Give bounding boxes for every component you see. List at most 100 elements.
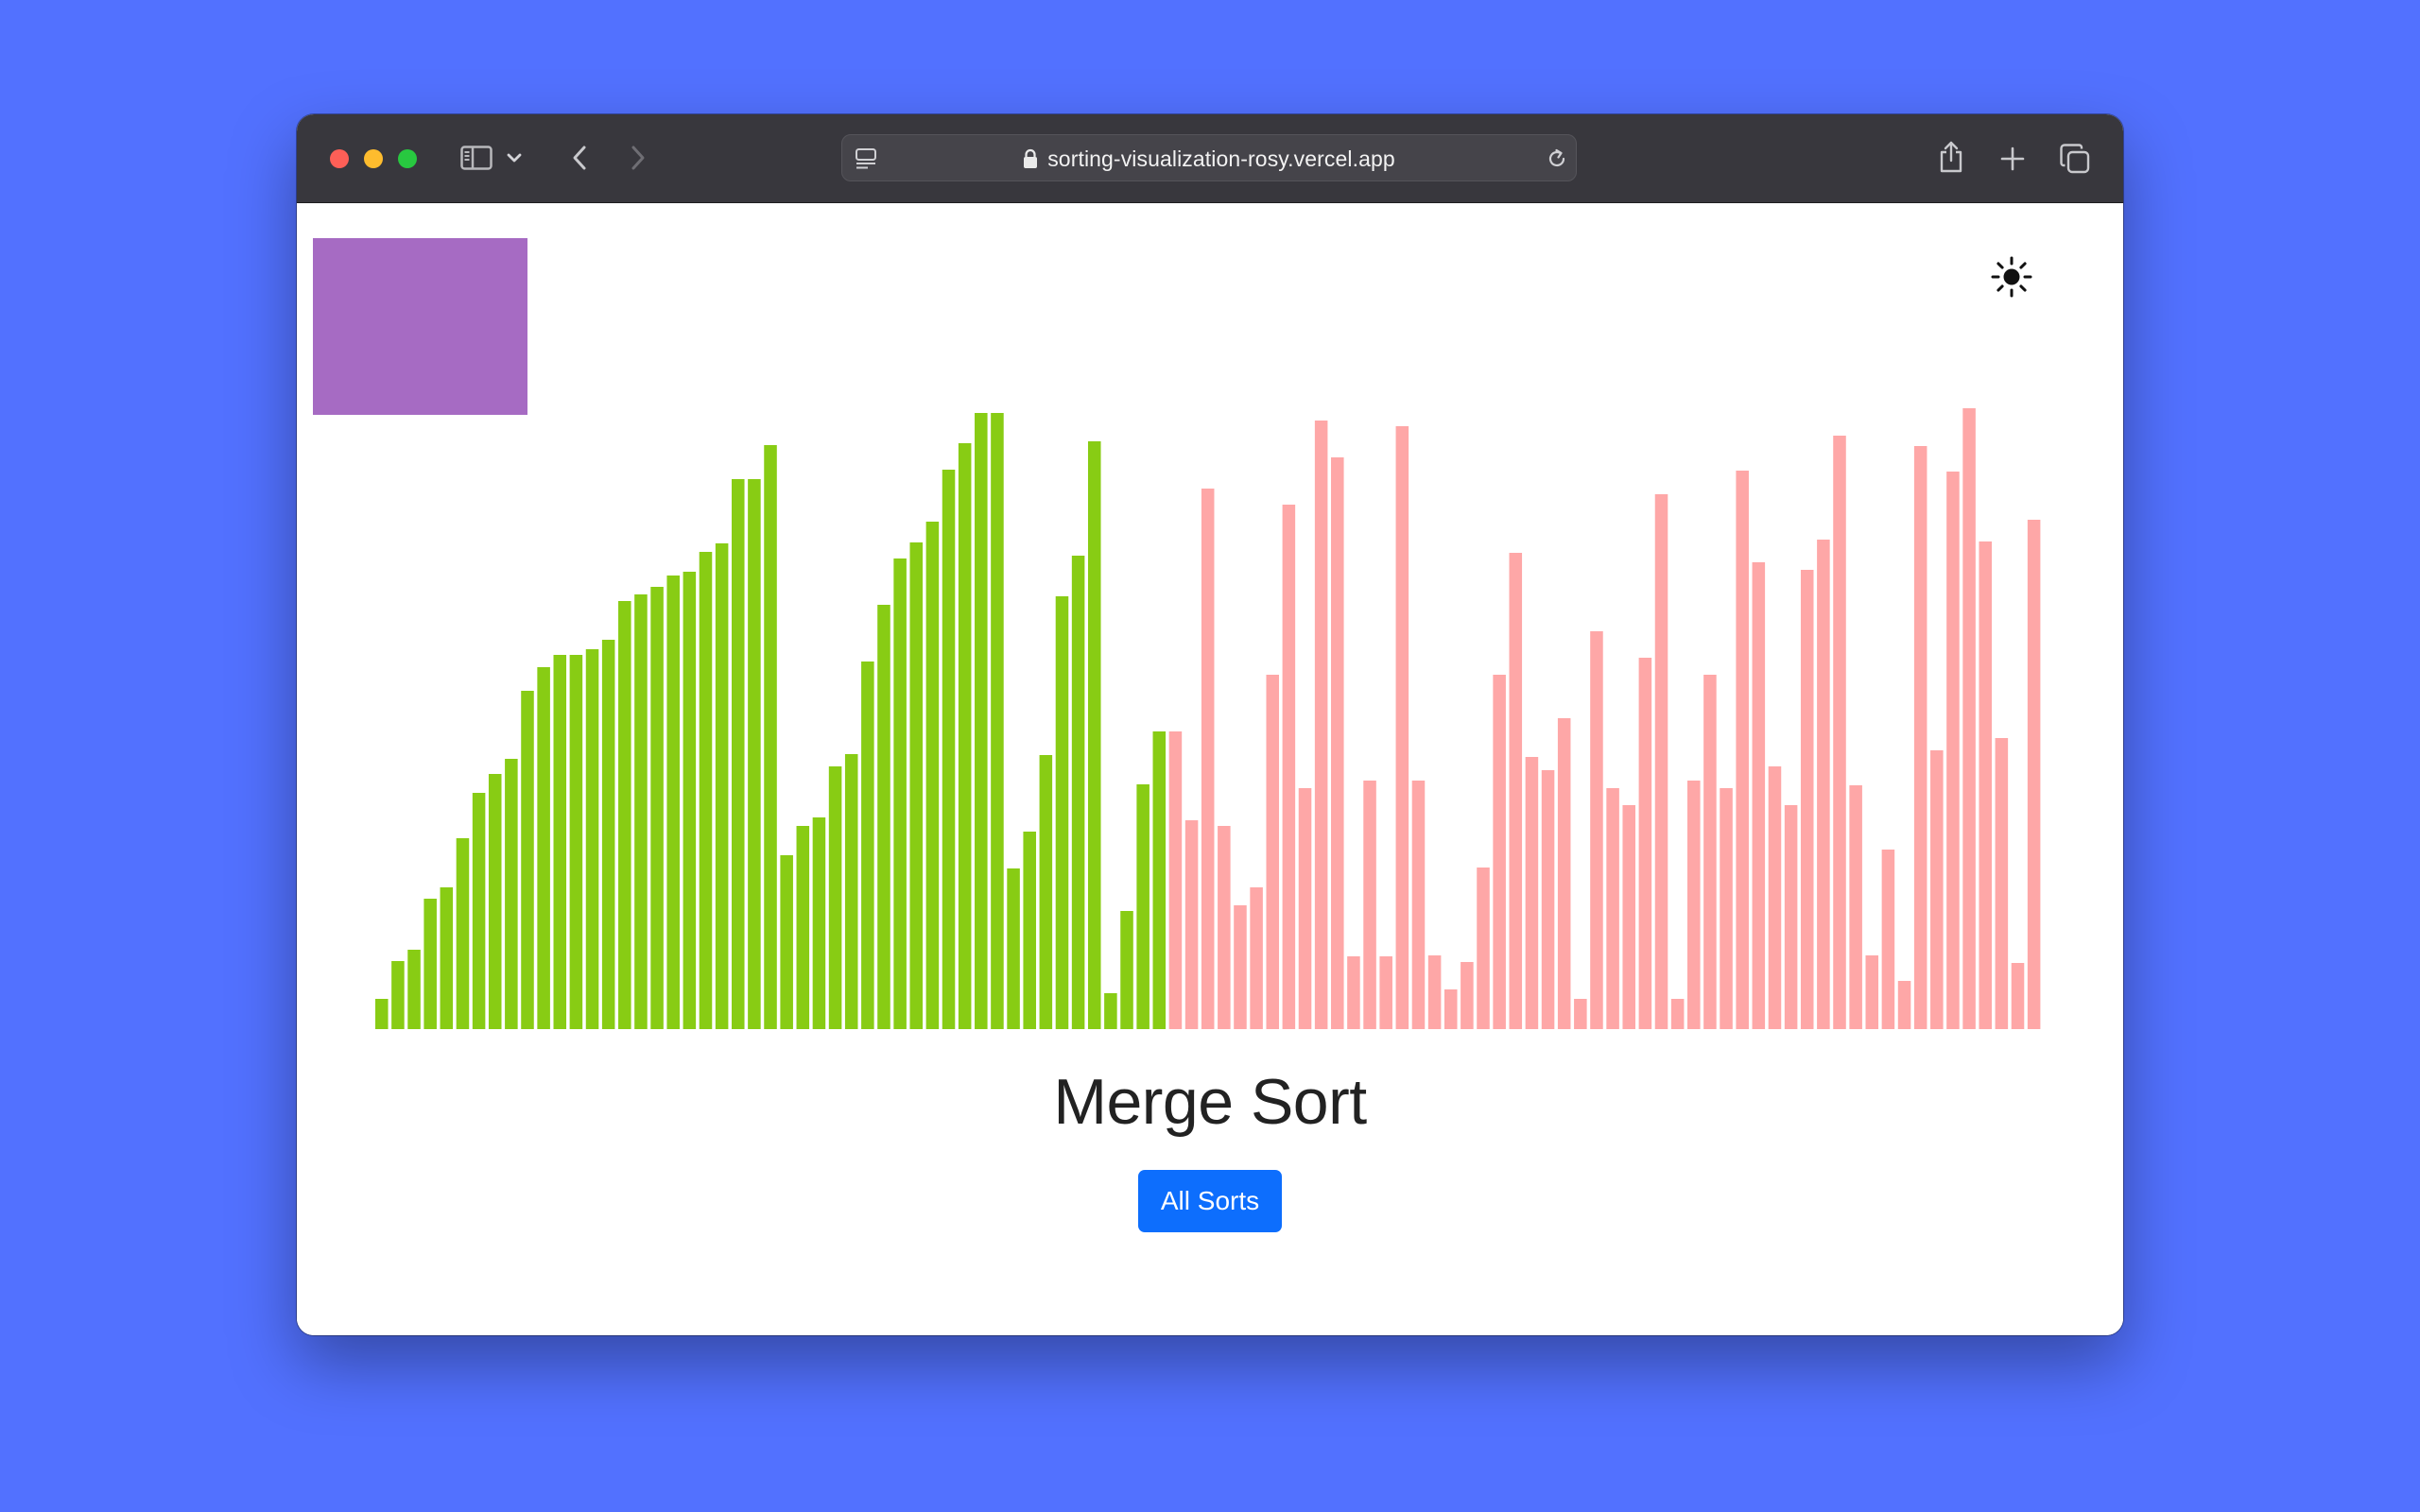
bar bbox=[1784, 805, 1798, 1029]
bar bbox=[1768, 766, 1782, 1029]
bar bbox=[796, 826, 810, 1029]
bar bbox=[650, 587, 664, 1029]
bar-chart bbox=[375, 408, 2041, 1029]
bar bbox=[1461, 962, 1474, 1029]
bar bbox=[1962, 408, 1976, 1029]
bar bbox=[1087, 441, 1101, 1029]
bar bbox=[1331, 457, 1344, 1029]
bar bbox=[812, 817, 826, 1029]
bar bbox=[1104, 993, 1117, 1029]
url-text: sorting-visualization-rosy.vercel.app bbox=[1047, 146, 1395, 171]
bar bbox=[958, 443, 972, 1029]
page-content: Merge Sort All Sorts bbox=[297, 203, 2123, 1335]
bar bbox=[1168, 731, 1183, 1029]
bar bbox=[456, 838, 470, 1029]
bar bbox=[1347, 956, 1360, 1029]
bar bbox=[1654, 494, 1668, 1029]
bar bbox=[1314, 421, 1328, 1029]
bar bbox=[1930, 750, 1944, 1029]
bar bbox=[1736, 471, 1749, 1029]
bar bbox=[2011, 963, 2025, 1029]
bar bbox=[1007, 868, 1020, 1029]
bar bbox=[1590, 631, 1603, 1029]
bar bbox=[1525, 757, 1539, 1029]
bar bbox=[1574, 999, 1587, 1029]
bar bbox=[1493, 675, 1506, 1029]
bar bbox=[1995, 738, 2009, 1029]
bar bbox=[748, 479, 761, 1029]
bar bbox=[1363, 781, 1376, 1029]
bar bbox=[1833, 436, 1846, 1029]
bar bbox=[1184, 820, 1199, 1029]
forward-icon[interactable] bbox=[624, 143, 652, 173]
new-tab-icon[interactable] bbox=[1998, 145, 2027, 173]
bar bbox=[1752, 562, 1766, 1029]
bar bbox=[1201, 489, 1215, 1029]
bar bbox=[1477, 868, 1490, 1029]
chevron-down-icon[interactable] bbox=[505, 148, 524, 167]
bar bbox=[1703, 675, 1717, 1029]
bar bbox=[893, 558, 907, 1029]
bar bbox=[1427, 955, 1442, 1029]
bar bbox=[1071, 556, 1085, 1029]
bar bbox=[1817, 540, 1830, 1029]
bar bbox=[780, 855, 793, 1029]
bar bbox=[1670, 999, 1685, 1029]
algorithm-title: Merge Sort bbox=[1053, 1066, 1367, 1138]
bar bbox=[731, 479, 745, 1029]
bar bbox=[1218, 826, 1231, 1029]
close-window-button[interactable] bbox=[330, 149, 349, 168]
bar bbox=[1979, 541, 1992, 1029]
bar bbox=[407, 950, 421, 1029]
bar bbox=[1865, 955, 1879, 1029]
bar bbox=[2027, 520, 2041, 1029]
bar bbox=[1395, 426, 1409, 1029]
bar bbox=[440, 887, 454, 1029]
bar bbox=[683, 572, 697, 1029]
bar bbox=[1039, 755, 1053, 1029]
bar bbox=[521, 691, 534, 1029]
reload-icon[interactable] bbox=[1545, 146, 1569, 171]
tabs-overview-icon[interactable] bbox=[2059, 143, 2091, 175]
bar bbox=[472, 793, 486, 1029]
bar bbox=[601, 640, 615, 1029]
bar bbox=[861, 662, 874, 1029]
bar bbox=[844, 754, 858, 1029]
bar bbox=[391, 961, 405, 1029]
bar bbox=[505, 759, 518, 1029]
bar bbox=[537, 667, 550, 1029]
bar bbox=[553, 655, 567, 1029]
bar bbox=[991, 413, 1004, 1029]
bar bbox=[1055, 596, 1069, 1029]
share-icon[interactable] bbox=[1936, 139, 1966, 175]
bar bbox=[1443, 989, 1458, 1029]
bar bbox=[424, 899, 437, 1029]
bar bbox=[1298, 788, 1312, 1029]
minimize-window-button[interactable] bbox=[364, 149, 383, 168]
browser-toolbar: sorting-visualization-rosy.vercel.app bbox=[297, 114, 2123, 203]
address-bar[interactable]: sorting-visualization-rosy.vercel.app bbox=[841, 134, 1577, 181]
bar bbox=[764, 445, 777, 1029]
bar bbox=[585, 649, 599, 1029]
bar bbox=[699, 552, 713, 1029]
bar bbox=[1720, 788, 1733, 1029]
lock-icon bbox=[1023, 148, 1038, 169]
bar bbox=[1606, 788, 1619, 1029]
all-sorts-button[interactable]: All Sorts bbox=[1138, 1170, 1282, 1232]
bar bbox=[942, 470, 956, 1029]
back-icon[interactable] bbox=[565, 143, 594, 173]
bar bbox=[1557, 718, 1571, 1029]
bar bbox=[1509, 553, 1523, 1029]
bar bbox=[1913, 446, 1927, 1029]
bar bbox=[1541, 770, 1555, 1029]
sidebar-icon[interactable] bbox=[459, 143, 493, 173]
bar bbox=[1881, 850, 1895, 1029]
bar bbox=[1622, 805, 1636, 1029]
bar bbox=[1849, 785, 1862, 1029]
bar bbox=[1897, 981, 1911, 1029]
bar bbox=[1136, 784, 1150, 1029]
bar bbox=[1234, 905, 1247, 1029]
zoom-window-button[interactable] bbox=[398, 149, 417, 168]
bar bbox=[618, 601, 631, 1029]
bar bbox=[375, 999, 389, 1029]
